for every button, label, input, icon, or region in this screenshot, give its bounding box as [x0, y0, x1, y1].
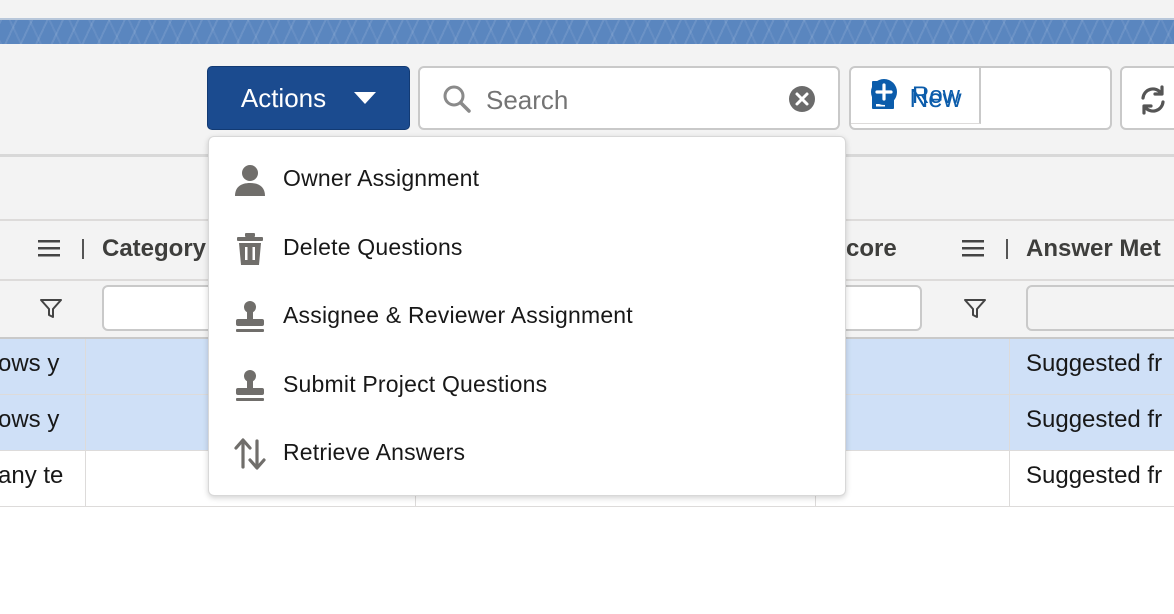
filter-icon[interactable]: [963, 297, 987, 326]
actions-dropdown-menu: Owner Assignment Delete Questions Assign…: [208, 136, 846, 496]
cell-text: any te: [0, 462, 64, 489]
row-label: Row: [911, 81, 960, 109]
table-cell: any te: [0, 451, 84, 506]
column-resize-handle[interactable]: [1006, 239, 1008, 259]
clear-icon[interactable]: [788, 85, 816, 118]
menu-item-label: Submit Project Questions: [283, 370, 548, 397]
add-row-button[interactable]: Row: [851, 68, 981, 124]
column-menu-icon[interactable]: [962, 240, 986, 263]
caret-down-icon: [354, 92, 377, 104]
plus-circle-icon: [870, 78, 898, 113]
filter-icon[interactable]: [39, 297, 63, 326]
cell-text: ows y: [0, 406, 60, 433]
menu-item-label: Assignee & Reviewer Assignment: [283, 302, 633, 329]
menu-item-retrieve-answers[interactable]: Retrieve Answers: [209, 419, 845, 488]
table-cell: Suggested fr: [1010, 451, 1174, 506]
cell-text: ows y: [0, 350, 60, 377]
menu-item-delete-questions[interactable]: Delete Questions: [209, 214, 845, 283]
actions-label: Actions: [240, 82, 327, 113]
cell-divider: [85, 451, 86, 506]
refresh-button[interactable]: [1120, 66, 1174, 130]
search-box: [418, 66, 840, 130]
column-header-score[interactable]: core: [846, 235, 897, 263]
stamp-icon: [233, 369, 267, 403]
menu-item-label: Delete Questions: [283, 233, 463, 260]
answer-method-filter-input[interactable]: [1026, 285, 1174, 331]
column-header-answer-method[interactable]: Answer Met: [1026, 235, 1161, 263]
table-cell: Suggested fr: [1010, 395, 1174, 450]
trash-icon: [233, 232, 267, 266]
stamp-icon: [233, 300, 267, 334]
actions-button[interactable]: Actions: [207, 66, 410, 130]
menu-item-owner-assignment[interactable]: Owner Assignment: [209, 145, 845, 214]
cell-divider: [85, 339, 86, 394]
sort-arrows-icon: [233, 437, 267, 471]
search-icon: [442, 84, 472, 119]
table-cell: Suggested fr: [1010, 339, 1174, 394]
cell-text: Suggested fr: [1026, 350, 1163, 377]
menu-item-submit-project-questions[interactable]: Submit Project Questions: [209, 351, 845, 420]
menu-item-label: Retrieve Answers: [283, 439, 466, 466]
cell-text: Suggested fr: [1026, 462, 1163, 489]
table-cell: ows y: [0, 339, 84, 394]
table-cell: ows y: [0, 395, 84, 450]
search-input[interactable]: [484, 80, 788, 120]
menu-item-label: Owner Assignment: [283, 165, 480, 191]
menu-item-assignee-reviewer-assignment[interactable]: Assignee & Reviewer Assignment: [209, 282, 845, 351]
user-icon: [233, 163, 267, 197]
column-resize-handle[interactable]: [82, 239, 84, 259]
record-button-group: Row New: [849, 66, 1112, 130]
header-banner: [0, 18, 1174, 44]
cell-text: Suggested fr: [1026, 406, 1163, 433]
cell-divider: [85, 395, 86, 450]
top-strip: [0, 0, 1174, 18]
column-header-category[interactable]: Category: [102, 235, 206, 263]
column-menu-icon[interactable]: [38, 240, 62, 263]
